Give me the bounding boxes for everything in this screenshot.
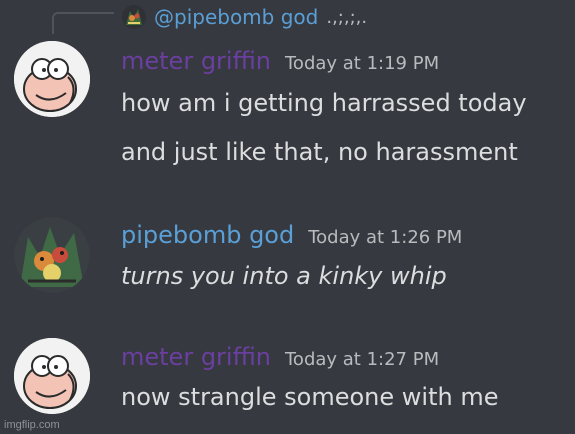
- message-header: meter griffin Today at 1:27 PM: [121, 343, 439, 371]
- username[interactable]: meter griffin: [121, 47, 271, 75]
- message-text: and just like that, no harassment: [121, 138, 518, 166]
- message-header: meter griffin Today at 1:19 PM: [121, 47, 439, 75]
- chat-message-list: @pipebomb god .,;,;,. meter griffin Toda…: [0, 0, 575, 434]
- reply-author[interactable]: @pipebomb god: [154, 5, 318, 29]
- message-header: pipebomb god Today at 1:26 PM: [121, 221, 462, 249]
- timestamp[interactable]: Today at 1:26 PM: [308, 227, 462, 248]
- peter-griffin-avatar-icon: [14, 338, 90, 414]
- timestamp[interactable]: Today at 1:27 PM: [285, 349, 439, 370]
- avatar[interactable]: [14, 41, 90, 117]
- reply-avatar[interactable]: [122, 5, 146, 29]
- username[interactable]: pipebomb god: [121, 221, 294, 249]
- timestamp[interactable]: Today at 1:19 PM: [285, 53, 439, 74]
- creature-icon: [122, 5, 146, 29]
- watermark: imgflip.com: [4, 419, 60, 431]
- message-text: turns you into a kinky whip: [121, 262, 447, 290]
- reply-reference[interactable]: @pipebomb god .,;,;,.: [122, 3, 367, 31]
- reply-text[interactable]: .,;,;,.: [326, 7, 367, 28]
- creature-avatar-icon: [14, 217, 90, 293]
- message-text: now strangle someone with me: [121, 383, 499, 411]
- peter-griffin-avatar-icon: [14, 41, 90, 117]
- reply-connector: [52, 12, 114, 34]
- message-text: how am i getting harrassed today: [121, 89, 527, 117]
- avatar[interactable]: [14, 338, 90, 414]
- username[interactable]: meter griffin: [121, 343, 271, 371]
- avatar[interactable]: [14, 217, 90, 293]
